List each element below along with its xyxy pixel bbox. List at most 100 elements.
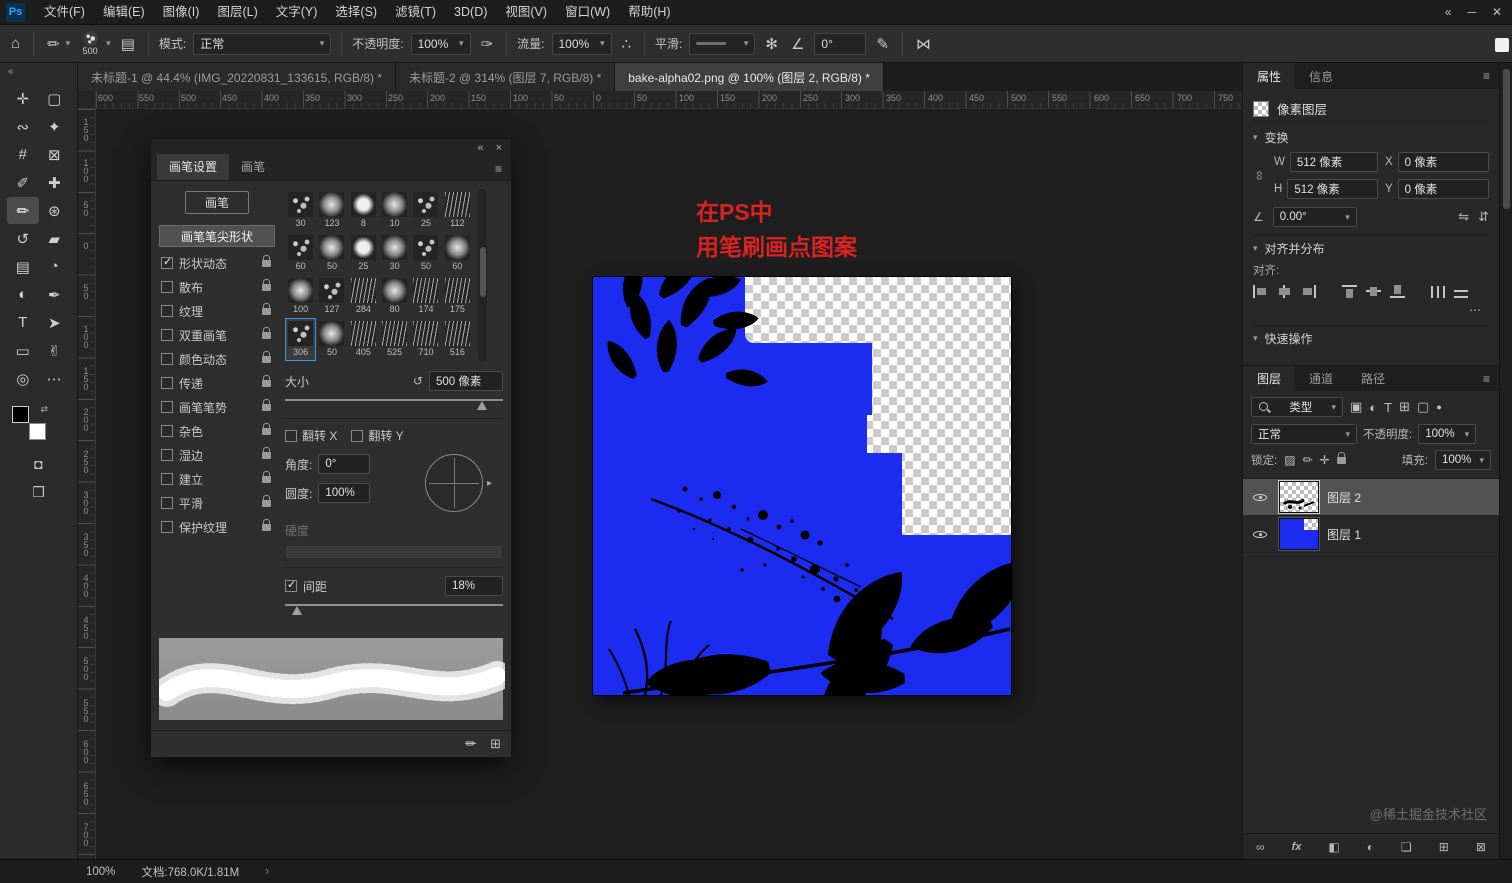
- document-tab-active[interactable]: bake-alpha02.png @ 100% (图层 2, RGB/8) *: [615, 63, 884, 91]
- height-input[interactable]: 512 像素: [1287, 179, 1378, 199]
- scrollbar-thumb[interactable]: [479, 247, 486, 297]
- document-tab-2[interactable]: 未标题-2 @ 314% (图层 7, RGB/8) *: [396, 63, 616, 91]
- brush-preset[interactable]: 50: [316, 232, 347, 275]
- brush-preset[interactable]: 25: [348, 232, 379, 275]
- layer-group-icon[interactable]: ❏: [1401, 840, 1412, 854]
- x-input[interactable]: 0 像素: [1397, 152, 1489, 172]
- slider-thumb[interactable]: [291, 606, 302, 615]
- rectangle-tool[interactable]: ▭: [7, 337, 39, 364]
- lock-transparency-icon[interactable]: ▨: [1284, 453, 1295, 467]
- brush-option-dual-brush[interactable]: 双重画笔: [159, 323, 275, 347]
- brush-preset[interactable]: 710: [410, 318, 441, 361]
- menu-select[interactable]: 选择(S): [326, 0, 386, 25]
- type-tool[interactable]: T: [7, 309, 39, 336]
- flip-y-checkbox[interactable]: 翻转 Y: [351, 427, 404, 444]
- checkbox[interactable]: [161, 449, 173, 461]
- layer-name[interactable]: 图层 2: [1327, 489, 1361, 506]
- gradient-tool[interactable]: ▤: [7, 253, 39, 280]
- dial-arrow-icon[interactable]: ▸: [487, 478, 492, 489]
- spacing-slider[interactable]: [285, 600, 503, 615]
- brush-preset[interactable]: 516: [442, 318, 473, 361]
- panel-scrollbar[interactable]: [1499, 63, 1512, 859]
- marquee-tool[interactable]: ▢: [39, 85, 71, 112]
- filter-type-layers-icon[interactable]: T: [1384, 400, 1392, 415]
- layer-mask-icon[interactable]: ◧: [1328, 840, 1339, 854]
- lock-pixels-icon[interactable]: ✏: [1303, 453, 1313, 467]
- minimize-window-icon[interactable]: ─: [1467, 5, 1476, 19]
- layer-blend-mode-select[interactable]: 正常 ▾: [1251, 424, 1357, 444]
- zoom-tool[interactable]: ◎: [7, 365, 39, 392]
- brush-option-shape-dynamics[interactable]: 形状动态: [159, 251, 275, 275]
- brush-option-texture[interactable]: 纹理: [159, 299, 275, 323]
- swap-colors-icon[interactable]: ⇄: [40, 404, 48, 415]
- blur-tool[interactable]: ◔: [39, 253, 71, 280]
- canvas-artwork[interactable]: [593, 257, 1042, 717]
- eraser-tool[interactable]: ▰: [39, 225, 71, 252]
- lock-icon[interactable]: [262, 278, 271, 291]
- brush-tool[interactable]: ✏: [7, 197, 39, 224]
- brush-preset[interactable]: 175: [442, 275, 473, 318]
- menu-help[interactable]: 帮助(H): [619, 0, 679, 25]
- brush-preset[interactable]: 284: [348, 275, 379, 318]
- pressure-size-icon[interactable]: ✎: [873, 35, 892, 53]
- lock-position-icon[interactable]: ✛: [1320, 453, 1330, 467]
- flip-vertical-icon[interactable]: ⇵: [1478, 209, 1489, 225]
- lock-icon[interactable]: [262, 326, 271, 339]
- layer-fill-select[interactable]: 100% ▾: [1435, 450, 1491, 470]
- brush-preset[interactable]: 127: [316, 275, 347, 318]
- vertical-ruler[interactable]: 150 100 50 0 50 100 150 200 250 300 350 …: [78, 109, 96, 859]
- flip-horizontal-icon[interactable]: ⇋: [1458, 209, 1469, 225]
- opacity-select[interactable]: 100% ▾: [410, 32, 471, 55]
- roundness-input[interactable]: 100%: [318, 483, 371, 503]
- status-options-chevron[interactable]: ›: [265, 866, 269, 878]
- rotate-angle-select[interactable]: 0.00° ▾: [1272, 207, 1357, 227]
- brush-option-color-dynamics[interactable]: 颜色动态: [159, 347, 275, 371]
- new-brush-icon[interactable]: ⊞: [490, 736, 501, 752]
- crop-tool[interactable]: #: [7, 141, 39, 168]
- collapse-workspace-icon[interactable]: «: [1445, 5, 1452, 19]
- filter-smart-objects-icon[interactable]: ▢: [1417, 399, 1429, 415]
- blend-mode-select[interactable]: 正常 ▾: [193, 32, 332, 55]
- brush-preset[interactable]: 8: [348, 189, 379, 232]
- filter-toggle-icon[interactable]: ●: [1436, 402, 1441, 412]
- menu-edit[interactable]: 编辑(E): [94, 0, 154, 25]
- filter-pixel-layers-icon[interactable]: ▣: [1350, 399, 1362, 415]
- screen-mode-icon[interactable]: ❒: [32, 484, 45, 501]
- airbrush-icon[interactable]: ∴: [619, 35, 635, 53]
- tab-channels[interactable]: 通道: [1295, 366, 1347, 391]
- spacing-input[interactable]: 18%: [445, 576, 503, 596]
- brush-preset[interactable]: 10: [379, 189, 410, 232]
- checkbox[interactable]: [161, 255, 173, 269]
- object-selection-tool[interactable]: ✦: [39, 113, 71, 140]
- checkbox[interactable]: [161, 497, 173, 509]
- distribute-horizontal-icon[interactable]: [1431, 285, 1445, 298]
- pen-tool[interactable]: ✒: [39, 281, 71, 308]
- brush-option-smoothing[interactable]: 平滑: [159, 491, 275, 515]
- brush-preset[interactable]: 60: [285, 232, 316, 275]
- width-input[interactable]: 512 像素: [1289, 152, 1378, 172]
- menu-view[interactable]: 视图(V): [496, 0, 556, 25]
- lock-icon[interactable]: [262, 422, 271, 435]
- menu-filter[interactable]: 滤镜(T): [386, 0, 445, 25]
- brush-option-transfer[interactable]: 传递: [159, 371, 275, 395]
- align-section-header[interactable]: ▾ 对齐并分布: [1253, 236, 1489, 261]
- align-center-vertical-icon[interactable]: [1366, 285, 1381, 298]
- brush-preset[interactable]: 405: [348, 318, 379, 361]
- checkbox[interactable]: [161, 353, 173, 365]
- new-layer-icon[interactable]: ⊞: [1439, 840, 1449, 854]
- layer-effects-icon[interactable]: fx: [1292, 841, 1302, 853]
- panel-close-icon[interactable]: ×: [496, 142, 502, 154]
- quick-actions-section-header[interactable]: ▾ 快速操作: [1253, 326, 1489, 351]
- zoom-level[interactable]: 100%: [86, 866, 115, 878]
- lock-icon[interactable]: [262, 518, 271, 531]
- toolbar-collapse-icon[interactable]: «: [0, 63, 77, 81]
- quick-mask-icon[interactable]: ◘: [34, 456, 42, 472]
- checkbox[interactable]: [161, 425, 173, 437]
- canvas-viewport[interactable]: 在PS中 用笔刷画点图案 « × 画笔设置 画笔 ≡ 画笔 画笔笔尖形状 ✓ 形…: [96, 109, 1242, 859]
- background-color-swatch[interactable]: [29, 423, 46, 440]
- checkbox[interactable]: [351, 429, 364, 442]
- layer-thumbnail[interactable]: [1278, 480, 1320, 514]
- brush-preset[interactable]: 174: [410, 275, 441, 318]
- panel-expand-icon[interactable]: [1495, 38, 1509, 52]
- align-bottom-icon[interactable]: [1390, 285, 1405, 298]
